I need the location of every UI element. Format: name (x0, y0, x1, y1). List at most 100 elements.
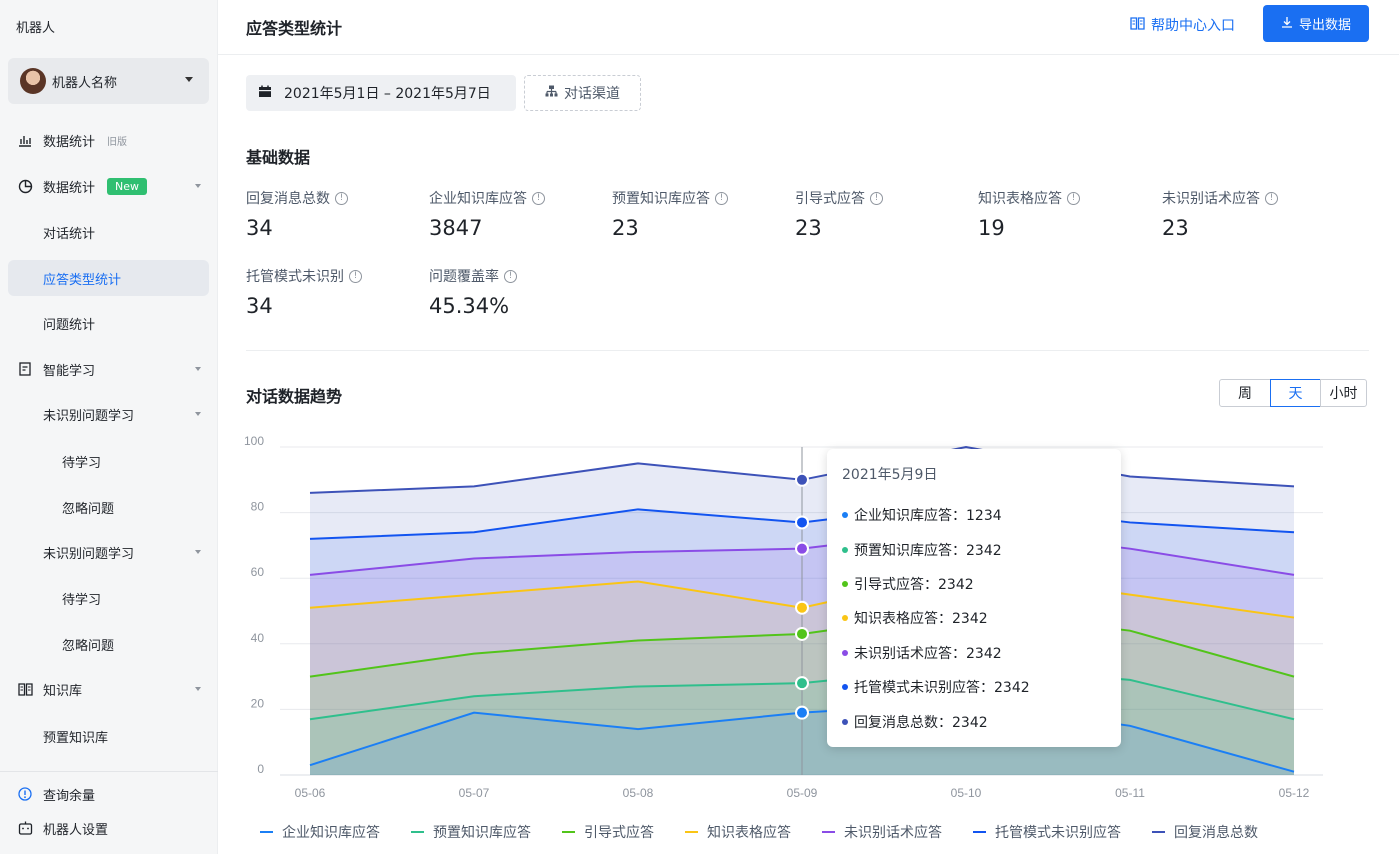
x-tick-label: 05-11 (1115, 786, 1145, 800)
legend-label: 未识别话术应答 (844, 825, 942, 841)
sidebar-item-label: 忽略问题 (62, 501, 115, 517)
trend-chart[interactable]: 0 20 40 60 80 100 05-06 05-07 05-08 05-09 05-10 05-… (218, 420, 1399, 810)
stat-label: 未识别话术应答 (1162, 191, 1260, 207)
hierarchy-icon (545, 85, 558, 101)
export-data-button[interactable]: 导出数据 (1263, 5, 1369, 42)
tooltip-dot (842, 580, 848, 587)
sidebar-item-dialog-stats[interactable]: 对话统计 (8, 214, 209, 250)
legend-swatch (562, 831, 575, 833)
x-tick-label: 05-06 (295, 786, 326, 800)
legend-item[interactable]: 回复消息总数 (1152, 822, 1258, 842)
info-icon[interactable]: ! (715, 191, 728, 205)
sidebar-item-to-learn-2[interactable]: 待学习 (8, 580, 209, 616)
tooltip-row-label: 未识别话术应答：2342 (854, 645, 1002, 662)
hover-point (795, 472, 809, 487)
sidebar-item-quota[interactable]: 查询余量 (8, 776, 209, 812)
stat-preset-kb: 预置知识库应答! 23 (612, 188, 728, 240)
channel-label: 对话渠道 (564, 86, 620, 102)
info-icon[interactable]: ! (1067, 191, 1080, 205)
granularity-switch: 周 天 小时 (1219, 379, 1367, 407)
tooltip-rows: 企业知识库应答：1234 预置知识库应答：2342 引导式应答：2342 知识表格应答… (842, 498, 1106, 739)
sidebar-item-ignored-2[interactable]: 忽略问题 (8, 626, 209, 662)
tooltip-row-label: 知识表格应答：2342 (854, 611, 988, 628)
info-icon[interactable]: ! (1265, 191, 1278, 205)
legend-item[interactable]: 引导式应答 (562, 822, 654, 842)
bot-name: 机器人名称 (52, 75, 118, 91)
stat-unrecognized: 未识别话术应答! 23 (1162, 188, 1278, 240)
stat-hosted-unrecognized: 托管模式未识别! 34 (246, 266, 362, 318)
stat-value: 45.34% (429, 294, 510, 318)
tooltip-row: 知识表格应答：2342 (842, 601, 1106, 635)
chevron-down-icon (195, 687, 201, 691)
sidebar-item-label: 未识别问题学习 (43, 408, 135, 424)
tooltip-row-label: 回复消息总数：2342 (854, 714, 988, 731)
tooltip-dot (842, 684, 848, 691)
sidebar-item-stats-old[interactable]: 数据统计 旧版 (8, 122, 209, 158)
page-title: 应答类型统计 (246, 19, 343, 38)
date-range-picker[interactable]: 2021年5月1日 – 2021年5月7日 (246, 75, 516, 111)
legend-swatch (973, 831, 986, 833)
sidebar-item-to-learn[interactable]: 待学习 (8, 443, 209, 479)
old-version-tag: 旧版 (107, 136, 128, 148)
info-icon[interactable]: ! (349, 269, 362, 283)
stat-total-replies: 回复消息总数! 34 (246, 188, 348, 240)
stat-guided: 引导式应答! 23 (795, 188, 883, 240)
granularity-hour[interactable]: 小时 (1320, 379, 1367, 407)
y-tick-label: 60 (251, 565, 265, 579)
granularity-day[interactable]: 天 (1270, 379, 1321, 407)
sidebar-item-label: 预置知识库 (43, 730, 109, 746)
sidebar-item-unrecognized-learning-2[interactable]: 未识别问题学习 (8, 534, 209, 570)
sidebar-item-smart-learning[interactable]: 智能学习 (8, 351, 209, 387)
tooltip-row: 企业知识库应答：1234 (842, 498, 1106, 532)
sidebar-item-question-stats[interactable]: 问题统计 (8, 305, 209, 341)
stat-value: 34 (246, 294, 273, 318)
help-center-label: 帮助中心入口 (1151, 18, 1235, 34)
hover-point (795, 705, 809, 720)
sidebar-item-label: 待学习 (62, 455, 102, 471)
sidebar-item-label: 问题统计 (43, 317, 96, 333)
sidebar-item-knowledge-base[interactable]: 知识库 (8, 671, 209, 707)
sidebar-item-ignored[interactable]: 忽略问题 (8, 489, 209, 525)
legend-item[interactable]: 未识别话术应答 (822, 822, 942, 842)
tooltip-row-label: 预置知识库应答：2342 (854, 542, 1002, 559)
legend-item[interactable]: 知识表格应答 (685, 822, 791, 842)
date-range-text: 2021年5月1日 – 2021年5月7日 (284, 86, 491, 102)
x-tick-label: 05-12 (1279, 786, 1310, 800)
help-center-link[interactable]: 帮助中心入口 (1130, 15, 1235, 35)
sidebar: 机器人 机器人名称 数据统计 旧版 数据统计 New 对话统计 应答类型统计 问… (0, 0, 218, 854)
info-icon[interactable]: ! (335, 191, 348, 205)
tooltip-row: 托管模式未识别应答：2342 (842, 670, 1106, 704)
legend-item[interactable]: 托管模式未识别应答 (973, 822, 1121, 842)
info-icon[interactable]: ! (870, 191, 883, 205)
legend-swatch (822, 831, 835, 833)
chevron-down-icon (195, 550, 201, 554)
tooltip-dot (842, 512, 848, 519)
sidebar-item-bot-settings[interactable]: 机器人设置 (8, 810, 209, 846)
hover-point (795, 626, 809, 641)
tooltip-row: 预置知识库应答：2342 (842, 532, 1106, 566)
legend-item[interactable]: 企业知识库应答 (260, 822, 380, 842)
sidebar-item-answer-type-stats[interactable]: 应答类型统计 (8, 260, 209, 296)
tooltip-dot (842, 718, 848, 725)
hover-point (795, 541, 809, 556)
info-icon[interactable]: ! (504, 269, 517, 283)
stat-table: 知识表格应答! 19 (978, 188, 1080, 240)
sidebar-item-unrecognized-learning[interactable]: 未识别问题学习 (8, 396, 209, 432)
granularity-week[interactable]: 周 (1219, 379, 1271, 407)
channel-filter-button[interactable]: 对话渠道 (524, 75, 641, 111)
stat-label: 托管模式未识别 (246, 269, 344, 285)
x-tick-label: 05-08 (623, 786, 654, 800)
sidebar-item-stats-new[interactable]: 数据统计 New (8, 168, 209, 204)
legend-item[interactable]: 预置知识库应答 (411, 822, 531, 842)
bot-selector[interactable]: 机器人名称 (8, 58, 209, 104)
sidebar-item-label: 知识库 (43, 683, 83, 699)
info-icon[interactable]: ! (532, 191, 545, 205)
chevron-down-icon (195, 184, 201, 188)
sidebar-item-label: 待学习 (62, 592, 102, 608)
y-tick-label: 100 (244, 434, 264, 448)
sidebar-item-label: 应答类型统计 (43, 272, 122, 288)
sidebar-item-preset-kb[interactable]: 预置知识库 (8, 718, 209, 754)
stat-label: 问题覆盖率 (429, 269, 499, 285)
tooltip-row-label: 托管模式未识别应答：2342 (854, 680, 1030, 697)
chevron-down-icon (195, 412, 201, 416)
